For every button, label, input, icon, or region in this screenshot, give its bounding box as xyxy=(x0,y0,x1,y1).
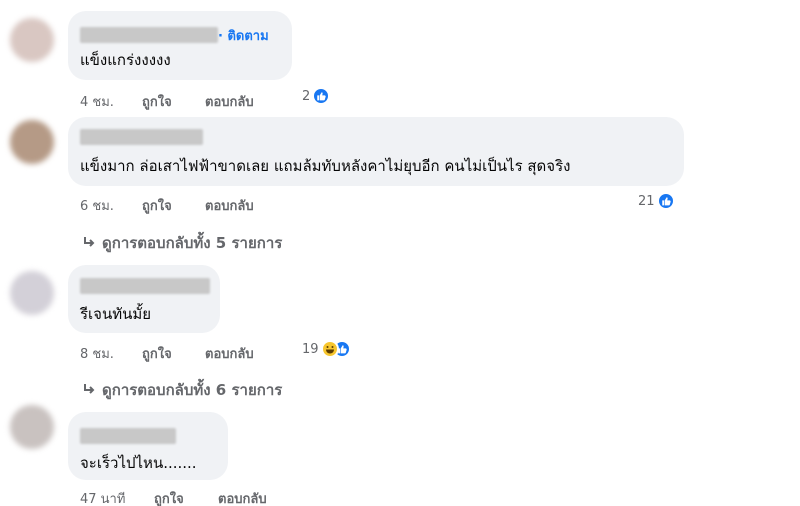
reaction-summary[interactable]: 19 xyxy=(302,340,351,358)
avatar[interactable] xyxy=(10,271,54,315)
view-replies-link[interactable]: ดูการตอบกลับทั้ง 5 รายการ xyxy=(82,231,282,255)
avatar[interactable] xyxy=(10,120,54,164)
author-name[interactable] xyxy=(80,27,218,43)
comment-bubble: แข็งมาก ล่อเสาไฟฟ้าขาดเลย แถมล้มทับหลังค… xyxy=(68,117,684,186)
view-replies-label: ดูการตอบกลับทั้ง 6 รายการ xyxy=(102,381,283,399)
avatar[interactable] xyxy=(10,405,54,449)
comment-time[interactable]: 47 นาที xyxy=(80,488,125,506)
author-name[interactable] xyxy=(80,129,203,145)
like-button[interactable]: ถูกใจ xyxy=(142,195,172,216)
reply-button[interactable]: ตอบกลับ xyxy=(218,488,267,506)
comment-text: รีเจนทันมั้ย xyxy=(80,305,152,323)
reply-button[interactable]: ตอบกลับ xyxy=(205,91,254,112)
reaction-summary[interactable]: 2 xyxy=(302,87,331,105)
follow-link[interactable]: · ติดตาม xyxy=(218,25,269,46)
like-button[interactable]: ถูกใจ xyxy=(154,488,184,506)
like-button[interactable]: ถูกใจ xyxy=(142,343,172,364)
like-icon xyxy=(656,192,675,210)
reaction-summary[interactable]: 21 xyxy=(638,192,675,210)
view-replies-link[interactable]: ดูการตอบกลับทั้ง 6 รายการ xyxy=(82,378,282,402)
author-name[interactable] xyxy=(80,278,210,294)
reaction-count: 19 xyxy=(302,341,319,357)
author-name[interactable] xyxy=(80,428,176,444)
reply-arrow-icon xyxy=(84,237,95,247)
comment-bubble: · ติดตาม แข็งแกร่งงงงง xyxy=(68,11,292,80)
reply-button[interactable]: ตอบกลับ xyxy=(205,195,254,216)
comment-text: แข็งแกร่งงงงง xyxy=(80,51,171,69)
avatar[interactable] xyxy=(10,18,54,62)
comment-bubble: รีเจนทันมั้ย xyxy=(68,265,220,333)
reaction-count: 2 xyxy=(302,88,311,104)
view-replies-label: ดูการตอบกลับทั้ง 5 รายการ xyxy=(102,234,283,252)
reaction-count: 21 xyxy=(638,193,655,209)
comment-text: แข็งมาก ล่อเสาไฟฟ้าขาดเลย แถมล้มทับหลังค… xyxy=(80,157,571,175)
comment-time[interactable]: 6 ชม. xyxy=(80,195,114,216)
comment-text: จะเร็วไปไหน....... xyxy=(80,454,197,472)
comment-time[interactable]: 4 ชม. xyxy=(80,91,114,112)
like-button[interactable]: ถูกใจ xyxy=(142,91,172,112)
like-icon xyxy=(312,87,331,105)
reply-button[interactable]: ตอบกลับ xyxy=(205,343,254,364)
comment-bubble: จะเร็วไปไหน....... xyxy=(68,412,228,480)
comment-time[interactable]: 8 ชม. xyxy=(80,343,114,364)
reply-arrow-icon xyxy=(84,384,95,394)
haha-icon xyxy=(320,340,339,358)
